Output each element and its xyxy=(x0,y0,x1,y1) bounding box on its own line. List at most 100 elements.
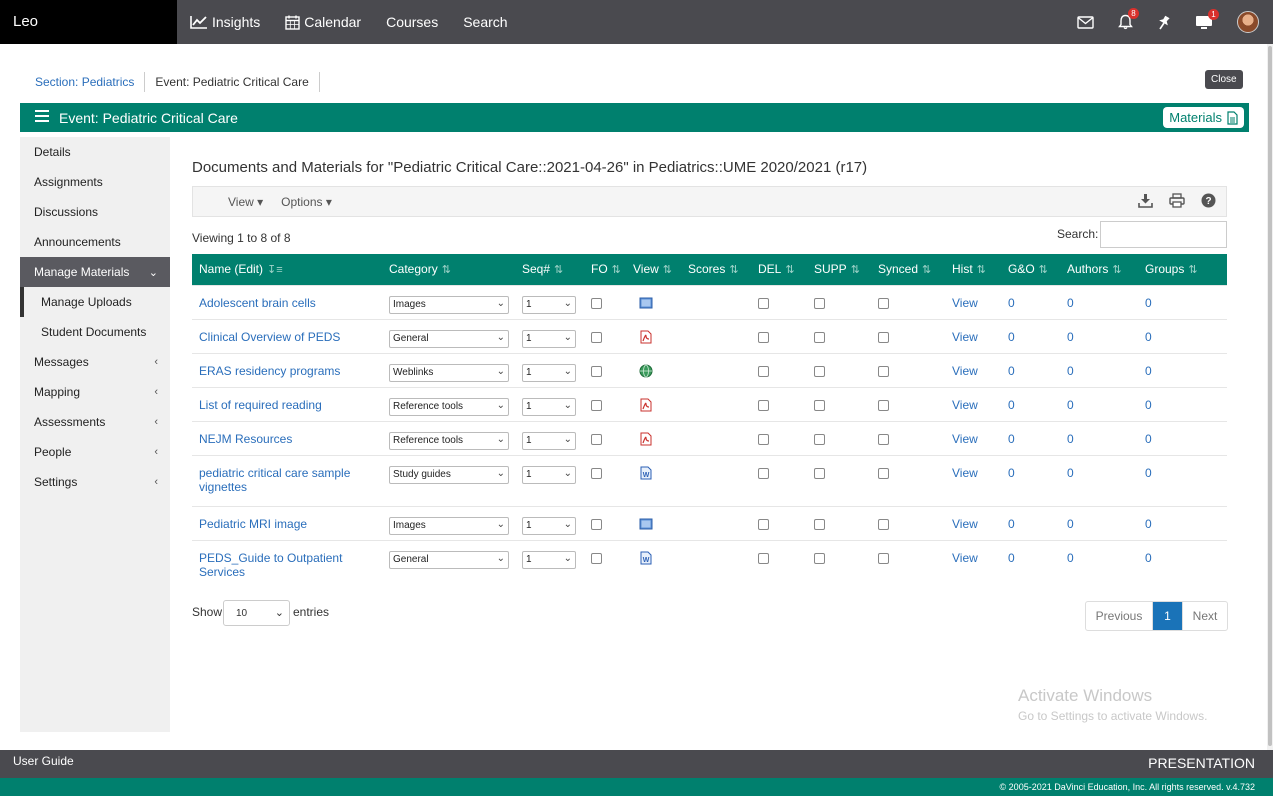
category-select[interactable]: General ⌄ xyxy=(389,329,509,348)
go-count-link[interactable]: 0 xyxy=(1008,296,1015,310)
fo-checkbox[interactable] xyxy=(591,331,602,343)
fo-checkbox[interactable] xyxy=(591,518,602,530)
fo-checkbox[interactable] xyxy=(591,365,602,377)
column-header-hist[interactable]: Hist ⇅ xyxy=(945,254,1001,285)
history-view-link[interactable]: View xyxy=(952,364,978,378)
seq-select[interactable]: 1 ⌄ xyxy=(522,363,576,382)
fo-checkbox[interactable] xyxy=(591,467,602,479)
groups-count-link[interactable]: 0 xyxy=(1145,466,1152,480)
options-dropdown-button[interactable]: Options ▾ xyxy=(281,195,332,209)
material-name-link[interactable]: NEJM Resources xyxy=(199,432,292,446)
sidebar-item-people[interactable]: People ‹ xyxy=(20,437,170,467)
synced-checkbox[interactable] xyxy=(878,518,889,530)
material-name-link[interactable]: List of required reading xyxy=(199,398,322,412)
material-name-link[interactable]: Pediatric MRI image xyxy=(199,517,307,531)
column-header-seq[interactable]: Seq# ⇅ xyxy=(515,254,584,285)
sidebar-item-settings[interactable]: Settings ‹ xyxy=(20,467,170,497)
next-page-button[interactable]: Next xyxy=(1182,602,1227,630)
go-count-link[interactable]: 0 xyxy=(1008,517,1015,531)
pdf-file-icon[interactable] xyxy=(639,398,653,412)
sidebar-item-mapping[interactable]: Mapping ‹ xyxy=(20,377,170,407)
synced-checkbox[interactable] xyxy=(878,467,889,479)
pdf-file-icon[interactable] xyxy=(639,330,653,344)
del-checkbox[interactable] xyxy=(758,467,769,479)
groups-count-link[interactable]: 0 xyxy=(1145,551,1152,565)
category-select[interactable]: General ⌄ xyxy=(389,550,509,569)
del-checkbox[interactable] xyxy=(758,297,769,309)
word-file-icon[interactable]: W xyxy=(639,466,653,480)
seq-select[interactable]: 1 ⌄ xyxy=(522,329,576,348)
del-checkbox[interactable] xyxy=(758,433,769,445)
synced-checkbox[interactable] xyxy=(878,399,889,411)
synced-checkbox[interactable] xyxy=(878,331,889,343)
mail-button[interactable] xyxy=(1077,15,1094,29)
supp-checkbox[interactable] xyxy=(814,467,825,479)
authors-count-link[interactable]: 0 xyxy=(1067,466,1074,480)
presentation-button[interactable]: 1 xyxy=(1195,8,1219,30)
materials-button[interactable]: Materials xyxy=(1163,107,1244,128)
sidebar-item-assignments[interactable]: Assignments xyxy=(20,167,170,197)
column-header-view[interactable]: View ⇅ xyxy=(626,254,681,285)
page-length-select[interactable]: 10 ⌄ xyxy=(223,600,290,626)
authors-count-link[interactable]: 0 xyxy=(1067,364,1074,378)
supp-checkbox[interactable] xyxy=(814,518,825,530)
nav-courses[interactable]: Courses xyxy=(386,14,438,30)
category-select[interactable]: Reference tools ⌄ xyxy=(389,397,509,416)
avatar[interactable] xyxy=(1237,11,1259,33)
del-checkbox[interactable] xyxy=(758,331,769,343)
history-view-link[interactable]: View xyxy=(952,398,978,412)
del-checkbox[interactable] xyxy=(758,552,769,564)
seq-select[interactable]: 1 ⌄ xyxy=(522,516,576,535)
del-checkbox[interactable] xyxy=(758,365,769,377)
weblink-globe-icon[interactable] xyxy=(639,364,653,378)
image-file-icon[interactable] xyxy=(639,296,653,310)
column-header-name[interactable]: Name (Edit) ↧≡ xyxy=(192,254,382,285)
fo-checkbox[interactable] xyxy=(591,297,602,309)
column-header-scores[interactable]: Scores ⇅ xyxy=(681,254,751,285)
groups-count-link[interactable]: 0 xyxy=(1145,432,1152,446)
go-count-link[interactable]: 0 xyxy=(1008,551,1015,565)
column-header-fo[interactable]: FO ⇅ xyxy=(584,254,626,285)
sidebar-item-manage-uploads[interactable]: Manage Uploads xyxy=(20,287,170,317)
sidebar-item-student-documents[interactable]: Student Documents xyxy=(20,317,170,347)
synced-checkbox[interactable] xyxy=(878,297,889,309)
column-header-synced[interactable]: Synced ⇅ xyxy=(871,254,945,285)
seq-select[interactable]: 1 ⌄ xyxy=(522,431,576,450)
groups-count-link[interactable]: 0 xyxy=(1145,364,1152,378)
material-name-link[interactable]: ERAS residency programs xyxy=(199,364,340,378)
column-header-del[interactable]: DEL ⇅ xyxy=(751,254,807,285)
authors-count-link[interactable]: 0 xyxy=(1067,296,1074,310)
previous-page-button[interactable]: Previous xyxy=(1086,602,1153,630)
material-name-link[interactable]: PEDS_Guide to Outpatient Services xyxy=(199,551,342,579)
column-header-authors[interactable]: Authors ⇅ xyxy=(1060,254,1138,285)
nav-calendar[interactable]: Calendar xyxy=(285,14,361,30)
column-header-supp[interactable]: SUPP ⇅ xyxy=(807,254,871,285)
synced-checkbox[interactable] xyxy=(878,552,889,564)
go-count-link[interactable]: 0 xyxy=(1008,364,1015,378)
view-dropdown-button[interactable]: View ▾ xyxy=(228,195,263,209)
synced-checkbox[interactable] xyxy=(878,433,889,445)
synced-checkbox[interactable] xyxy=(878,365,889,377)
category-select[interactable]: Weblinks ⌄ xyxy=(389,363,509,382)
authors-count-link[interactable]: 0 xyxy=(1067,432,1074,446)
history-view-link[interactable]: View xyxy=(952,330,978,344)
word-file-icon[interactable]: W xyxy=(639,551,653,565)
history-view-link[interactable]: View xyxy=(952,432,978,446)
column-header-go[interactable]: G&O ⇅ xyxy=(1001,254,1060,285)
supp-checkbox[interactable] xyxy=(814,399,825,411)
authors-count-link[interactable]: 0 xyxy=(1067,517,1074,531)
close-button[interactable]: Close xyxy=(1205,70,1243,89)
brand-logo[interactable]: Leo xyxy=(0,0,177,44)
seq-select[interactable]: 1 ⌄ xyxy=(522,295,576,314)
groups-count-link[interactable]: 0 xyxy=(1145,330,1152,344)
fo-checkbox[interactable] xyxy=(591,433,602,445)
go-count-link[interactable]: 0 xyxy=(1008,398,1015,412)
download-button[interactable] xyxy=(1138,193,1153,208)
seq-select[interactable]: 1 ⌄ xyxy=(522,550,576,569)
del-checkbox[interactable] xyxy=(758,518,769,530)
go-count-link[interactable]: 0 xyxy=(1008,466,1015,480)
notifications-button[interactable]: 8 xyxy=(1118,8,1139,30)
supp-checkbox[interactable] xyxy=(814,552,825,564)
supp-checkbox[interactable] xyxy=(814,365,825,377)
scrollbar-thumb[interactable] xyxy=(1268,46,1272,746)
